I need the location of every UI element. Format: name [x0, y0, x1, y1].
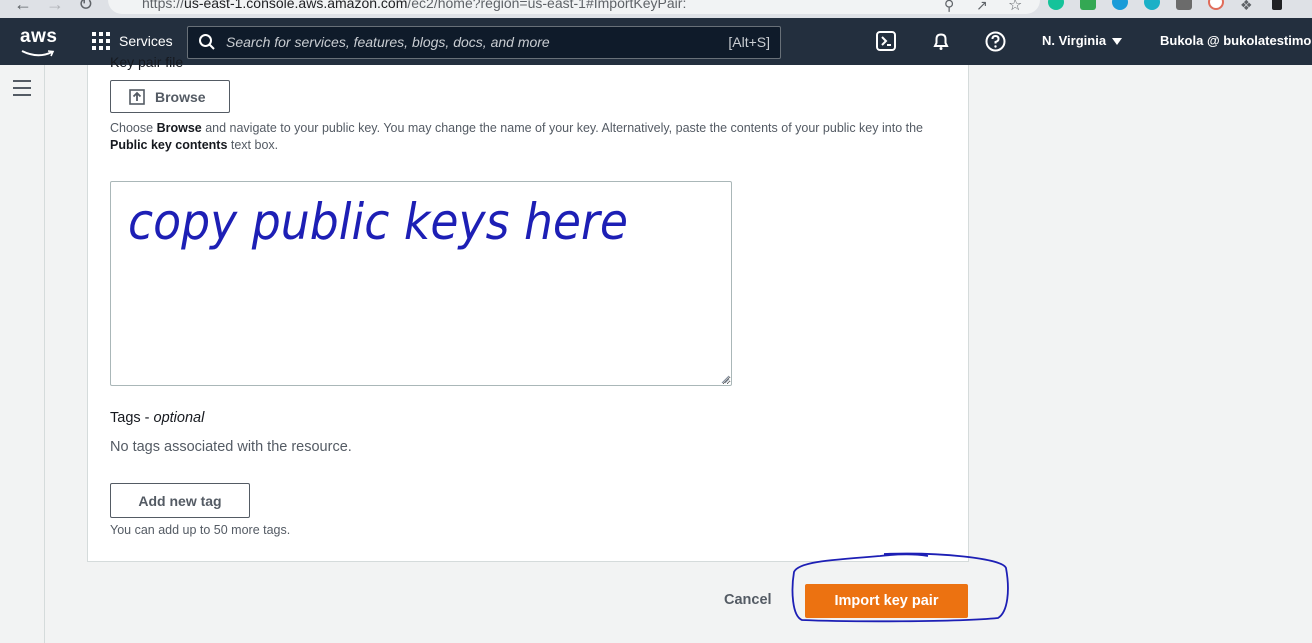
share-icon[interactable]: ↗	[976, 0, 988, 14]
tags-section-label: Tags - optional	[110, 410, 204, 426]
help-icon[interactable]	[985, 31, 1006, 52]
extensions-puzzle-icon[interactable]: ❖	[1240, 0, 1253, 14]
public-key-help-text: Choose Browse and navigate to your publi…	[110, 120, 950, 154]
search-icon	[199, 34, 215, 50]
services-grid-icon[interactable]	[92, 32, 110, 50]
bookmark-star-icon[interactable]: ☆	[1008, 0, 1022, 15]
caret-down-icon	[1112, 38, 1123, 46]
aws-logo[interactable]: aws	[20, 26, 58, 57]
browse-button-label: Browse	[155, 88, 206, 105]
url-host: us-east-1.console.aws.amazon.com	[184, 0, 408, 11]
gray-extension-icon[interactable]	[1176, 0, 1192, 10]
cloudshell-icon[interactable]	[876, 31, 896, 51]
help-text-public-key-emphasis: Public key contents	[110, 138, 228, 152]
aws-top-navigation: aws Services Search for services, featur…	[0, 18, 1312, 65]
forward-arrow-icon[interactable]: →	[46, 0, 64, 15]
no-tags-message: No tags associated with the resource.	[110, 439, 352, 455]
tags-optional-text: optional	[153, 410, 205, 426]
side-navigation-rail	[0, 65, 45, 643]
vimeo-extension-icon[interactable]	[1112, 0, 1128, 10]
help-text-part: Choose	[110, 121, 157, 135]
browse-button[interactable]: Browse	[110, 80, 230, 113]
reload-icon[interactable]: ↻	[78, 0, 93, 15]
import-key-pair-button[interactable]: Import key pair	[805, 584, 968, 618]
region-selector[interactable]: N. Virginia	[1042, 33, 1123, 48]
reading-list-icon[interactable]	[1272, 0, 1282, 10]
url-path: /ec2/home?region=us-east-1#ImportKeyPair…	[407, 0, 687, 11]
account-menu[interactable]: Bukola @ bukolatestimon	[1160, 33, 1312, 48]
tag-limit-hint: You can add up to 50 more tags.	[110, 523, 291, 537]
help-text-part: and navigate to your public key. You may…	[201, 121, 923, 135]
public-key-contents-textarea[interactable]	[110, 181, 732, 386]
aws-smile-icon	[21, 50, 55, 57]
region-label: N. Virginia	[1042, 33, 1107, 48]
search-input[interactable]: Search for services, features, blogs, do…	[187, 26, 781, 59]
resize-grip-icon[interactable]	[720, 374, 730, 384]
search-placeholder: Search for services, features, blogs, do…	[226, 34, 550, 50]
grammarly-extension-icon[interactable]	[1048, 0, 1064, 10]
hamburger-menu-icon[interactable]	[13, 80, 31, 96]
green-extension-icon[interactable]	[1080, 0, 1096, 10]
tags-label-text: Tags -	[110, 410, 154, 426]
help-text-part: text box.	[227, 138, 279, 152]
upload-icon	[129, 88, 145, 105]
notifications-bell-icon[interactable]	[931, 31, 951, 51]
url-prefix: https://	[142, 0, 185, 11]
teal-extension-icon[interactable]	[1144, 0, 1160, 10]
key-pair-file-label: Key pair file	[110, 54, 184, 70]
back-arrow-icon[interactable]: ←	[14, 0, 32, 15]
cancel-button[interactable]: Cancel	[724, 592, 772, 608]
url-text[interactable]: https://us-east-1.console.aws.amazon.com…	[142, 0, 686, 11]
help-text-browse-emphasis: Browse	[156, 121, 202, 135]
avatar-extension-icon[interactable]	[1208, 0, 1224, 10]
zoom-icon[interactable]: ⚲	[944, 0, 954, 14]
search-shortcut-hint: [Alt+S]	[728, 34, 770, 50]
services-menu-button[interactable]: Services	[119, 33, 173, 49]
add-new-tag-button[interactable]: Add new tag	[110, 483, 250, 518]
aws-logo-text: aws	[20, 26, 58, 47]
browser-toolbar: ← → ↻ https://us-east-1.console.aws.amaz…	[0, 0, 1312, 18]
